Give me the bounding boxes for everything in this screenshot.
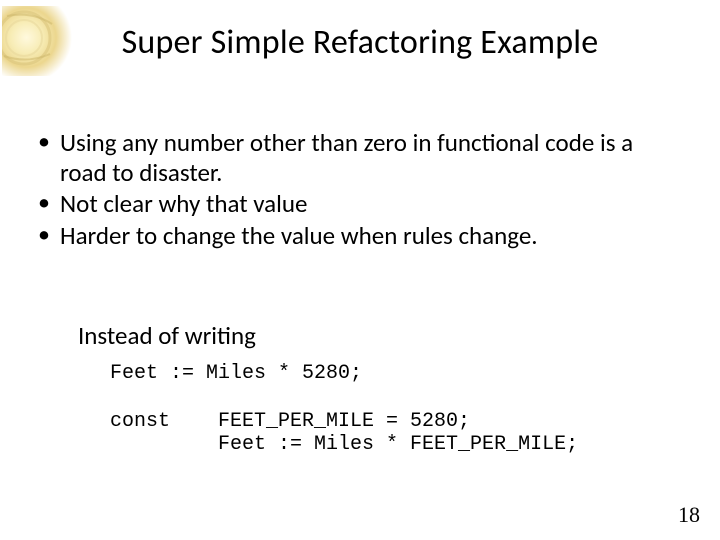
bullet-list: Using any number other than zero in func… [34,128,684,252]
slide-title: Super Simple Refactoring Example [0,22,720,63]
slide: Super Simple Refactoring Example Using a… [0,0,720,540]
bullet-item: Not clear why that value [34,189,684,219]
bullet-item: Harder to change the value when rules ch… [34,221,684,251]
page-number: 18 [678,502,700,528]
instead-label: Instead of writing [78,320,256,351]
code-before: Feet := Miles * 5280; [110,362,362,385]
bullet-item: Using any number other than zero in func… [34,128,684,187]
code-after: const FEET_PER_MILE = 5280; Feet := Mile… [110,410,578,456]
